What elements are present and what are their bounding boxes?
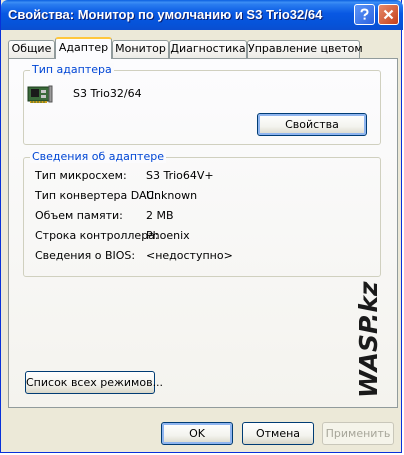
- bios-info-value: <недоступно>: [146, 249, 233, 262]
- adapter-info-group-title: Сведения об адаптере: [30, 150, 166, 163]
- bios-info-label: Сведения о BIOS:: [35, 249, 136, 262]
- ok-button[interactable]: OK: [161, 422, 233, 445]
- video-card-icon: [27, 85, 53, 103]
- controller-string-value: Phoenix: [146, 229, 190, 242]
- dac-type-label: Тип конвертера DAC:: [35, 189, 158, 202]
- tab-diagnostics[interactable]: Диагностика: [169, 40, 247, 58]
- tab-general[interactable]: Общие: [8, 40, 55, 58]
- adapter-name: S3 Trio32/64: [73, 87, 142, 100]
- help-button[interactable]: [354, 4, 375, 25]
- tab-strip: Общие Адаптер Монитор Диагностика Управл…: [8, 37, 398, 59]
- dac-type-value: Unknown: [146, 189, 198, 202]
- list-all-modes-button[interactable]: Список всех режимов...: [25, 371, 163, 394]
- window-title: Свойства: Монитор по умолчанию и S3 Trio…: [8, 7, 323, 22]
- cancel-button[interactable]: Отмена: [242, 422, 314, 445]
- tab-color-management[interactable]: Управление цветом: [247, 40, 363, 58]
- adapter-properties-button[interactable]: Свойства: [257, 113, 367, 136]
- tab-monitor[interactable]: Монитор: [112, 40, 169, 58]
- memory-size-value: 2 MB: [146, 209, 174, 222]
- tab-adapter[interactable]: Адаптер: [55, 37, 112, 59]
- close-icon: [383, 9, 394, 20]
- controller-string-label: Строка контроллера:: [35, 229, 159, 242]
- adapter-type-group-title: Тип адаптера: [30, 63, 114, 76]
- apply-button[interactable]: Применить: [322, 422, 394, 445]
- help-icon: [360, 8, 369, 20]
- close-button[interactable]: [378, 4, 399, 25]
- chip-type-label: Тип микросхем:: [35, 169, 127, 182]
- properties-window: Свойства: Монитор по умолчанию и S3 Trio…: [0, 0, 403, 453]
- watermark-text: WASP.kz: [354, 281, 383, 398]
- memory-size-label: Объем памяти:: [35, 209, 123, 222]
- title-bar[interactable]: Свойства: Монитор по умолчанию и S3 Trio…: [1, 0, 403, 30]
- chip-type-value: S3 Trio64V+: [146, 169, 214, 182]
- wasp-watermark: WASP.kz: [354, 281, 383, 398]
